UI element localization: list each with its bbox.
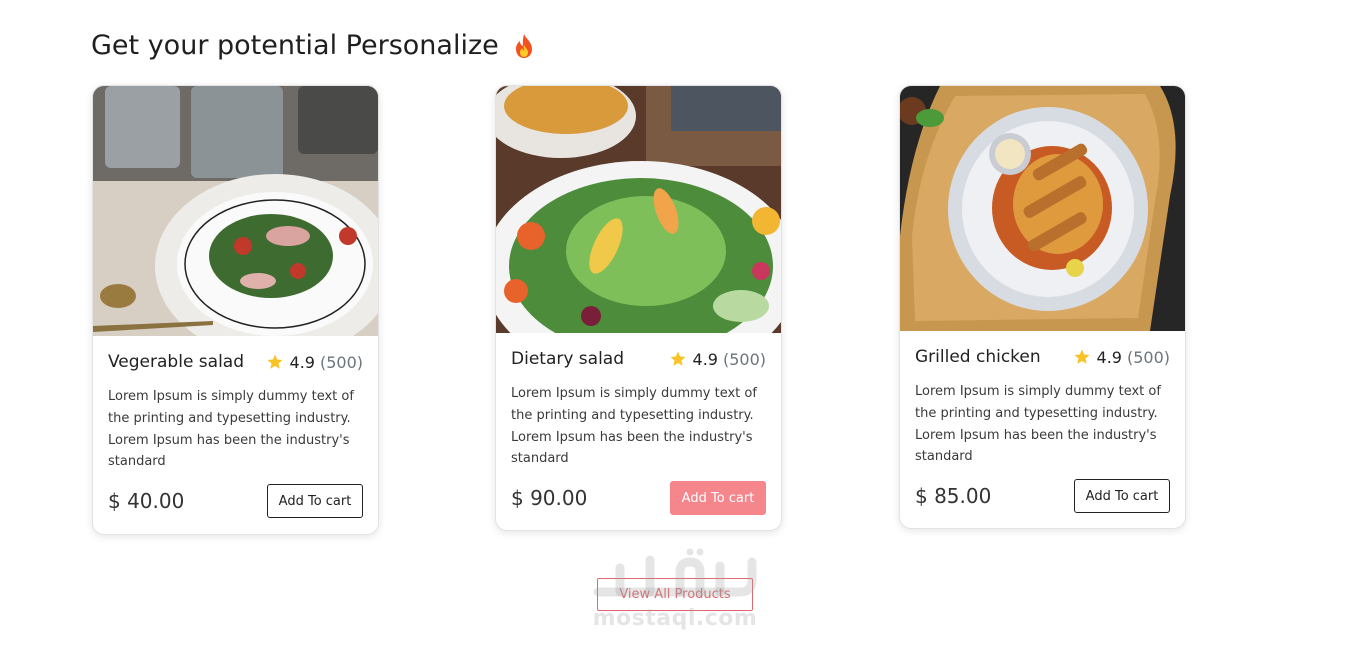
product-price: $ 40.00 (108, 489, 185, 513)
product-description: Lorem Ipsum is simply dummy text of the … (915, 384, 1161, 465)
product-image (93, 86, 378, 336)
product-image (496, 86, 781, 333)
product-name: Vegerable salad (108, 352, 245, 372)
rating: 4.9 (500) (669, 350, 766, 369)
section-title: Get your potential Personalize (91, 28, 535, 64)
star-icon (670, 351, 686, 366)
product-card[interactable]: Vegerable salad 4.9 (500) Lorem Ipsum is… (92, 85, 379, 535)
review-count: (500) (722, 349, 766, 369)
product-description: Lorem Ipsum is simply dummy text of the … (108, 389, 354, 470)
add-to-cart-button[interactable]: Add To cart (267, 484, 363, 518)
product-card[interactable]: Grilled chicken 4.9 (500) Lorem Ipsum is… (899, 85, 1186, 529)
product-price: $ 90.00 (511, 486, 588, 510)
fire-icon (515, 34, 532, 58)
rating: 4.9 (500) (1073, 348, 1170, 367)
product-card[interactable]: Dietary salad 4.9 (500) Lorem Ipsum is s… (495, 85, 782, 531)
product-name: Grilled chicken (915, 347, 1041, 367)
rating: 4.9 (500) (266, 353, 363, 372)
add-to-cart-button[interactable]: Add To cart (1074, 479, 1170, 513)
product-description: Lorem Ipsum is simply dummy text of the … (511, 386, 757, 467)
review-count: (500) (1126, 347, 1170, 367)
star-icon (1074, 349, 1090, 364)
star-icon (267, 354, 283, 369)
product-price: $ 85.00 (915, 484, 992, 508)
product-name: Dietary salad (511, 349, 625, 369)
section-title-text: Get your potential Personalize (91, 30, 499, 61)
product-image (900, 86, 1185, 331)
review-count: (500) (319, 352, 363, 372)
add-to-cart-button[interactable]: Add To cart (670, 481, 766, 515)
rating-value: 4.9 (692, 349, 718, 369)
rating-value: 4.9 (1096, 347, 1122, 367)
view-all-products-button[interactable]: View All Products (597, 578, 753, 611)
rating-value: 4.9 (289, 352, 315, 372)
